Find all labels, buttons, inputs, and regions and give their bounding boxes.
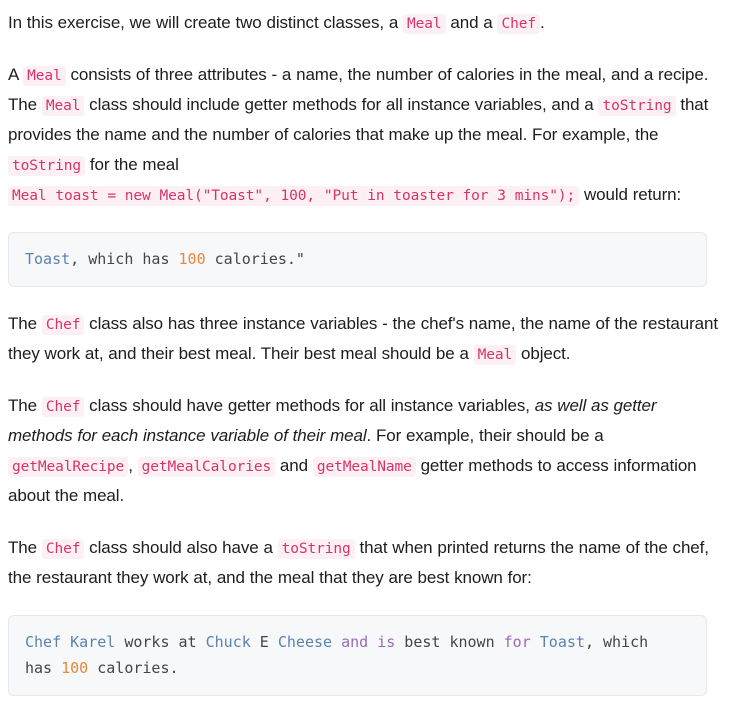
inline-code: Meal toast = new Meal("Toast", 100, "Put… xyxy=(8,186,580,206)
inline-code: Meal xyxy=(41,96,85,116)
paragraph-chef-variables: The Chef class also has three instance v… xyxy=(8,309,723,369)
inline-code: Meal xyxy=(23,66,66,86)
code-token-plain: , which xyxy=(584,633,649,651)
paragraph-intro: In this exercise, we will create two dis… xyxy=(8,8,723,38)
code-block-chef-tostring-output: Chef Karel works at Chuck E Cheese and i… xyxy=(8,615,707,696)
body-text: The xyxy=(8,314,42,333)
code-token-plain: has xyxy=(25,659,62,677)
paragraph-meal-description: A Meal consists of three attributes - a … xyxy=(8,60,723,210)
inline-code: Chef xyxy=(497,14,540,34)
inline-code: Meal xyxy=(403,14,446,34)
body-text: and xyxy=(275,456,313,475)
inline-code: Chef xyxy=(41,315,85,335)
body-text: class should also have a xyxy=(84,538,278,557)
code-token-plain: calories. xyxy=(88,659,179,677)
exercise-document: In this exercise, we will create two dis… xyxy=(0,0,731,696)
code-token-keyword: is xyxy=(377,633,396,651)
code-token-keyword: and xyxy=(341,633,369,651)
body-text: would return: xyxy=(579,185,682,204)
inline-code: toString xyxy=(8,156,86,176)
inline-code: Meal xyxy=(473,345,517,365)
inline-code: toString xyxy=(277,539,355,559)
code-token-string: Toast xyxy=(25,250,71,268)
inline-code: getMealName xyxy=(312,457,416,477)
body-text: class also has three instance variables … xyxy=(8,314,718,363)
body-text: A xyxy=(8,65,24,84)
inline-code: getMealRecipe xyxy=(8,457,129,477)
code-token-string: Chuck xyxy=(205,633,251,651)
body-text: , xyxy=(128,456,138,475)
inline-code: Chef xyxy=(41,397,85,417)
body-text: The xyxy=(8,396,42,415)
code-token-string: Chef Karel xyxy=(25,633,116,651)
inline-code: getMealCalories xyxy=(137,457,276,477)
code-token-string: Cheese xyxy=(277,633,333,651)
code-token-number: 100 xyxy=(61,659,89,677)
body-text: . xyxy=(539,13,545,32)
code-token-plain: , which has xyxy=(70,250,179,268)
body-text: object. xyxy=(516,344,571,363)
code-token-plain: works at xyxy=(115,633,206,651)
body-text: . For example, their should be a xyxy=(366,426,604,445)
code-token-number: 100 xyxy=(178,250,206,268)
inline-code: Chef xyxy=(41,539,85,559)
paragraph-chef-getters: The Chef class should have getter method… xyxy=(8,391,723,511)
body-text: for the meal xyxy=(85,155,179,174)
body-text: class should include getter methods for … xyxy=(84,95,599,114)
code-token-plain: best known xyxy=(395,633,504,651)
paragraph-chef-tostring: The Chef class should also have a toStri… xyxy=(8,533,723,593)
code-token-keyword: for xyxy=(503,633,531,651)
code-block-meal-tostring-output: Toast, which has 100 calories." xyxy=(8,232,707,287)
code-token-plain: E xyxy=(250,633,278,651)
body-text: class should have getter methods for all… xyxy=(84,396,535,415)
body-text: and a xyxy=(445,13,498,32)
inline-code: toString xyxy=(598,96,676,116)
body-text: In this exercise, we will create two dis… xyxy=(8,13,404,32)
code-token-string: Toast xyxy=(539,633,585,651)
code-token-plain: calories." xyxy=(205,250,305,268)
body-text: The xyxy=(8,538,42,557)
